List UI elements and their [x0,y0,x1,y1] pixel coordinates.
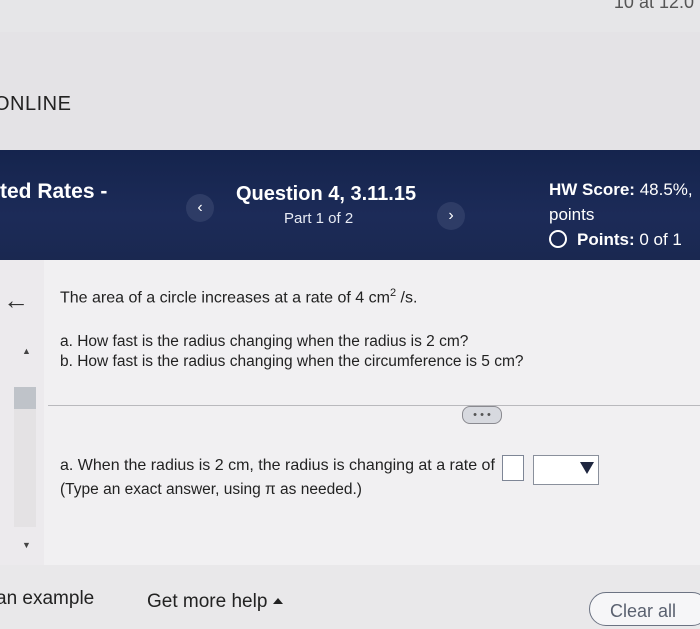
problem-statement-prefix: The area of a circle increases at a rate… [60,289,390,307]
points-value: 0 of 1 [639,230,682,249]
answer-hint: (Type an exact answer, using π as needed… [60,481,362,498]
radio-circle-icon [549,230,567,248]
unit-dropdown[interactable] [533,455,599,485]
question-header: ted Rates - ‹ Question 4, 3.11.15 Part 1… [0,150,700,260]
question-part: Part 1 of 2 [284,210,354,227]
expand-dots-icon[interactable]: • • • [462,406,502,424]
get-more-help-link[interactable]: Get more help [147,591,284,613]
topbar-text: 10 at 12:0 [613,0,694,12]
problem-parts: a. How fast is the radius changing when … [60,332,524,372]
hw-score-label: HW Score: [549,180,635,199]
points-status: Points: 0 of 1 [549,230,682,250]
part-a-text: a. How fast is the radius changing when … [60,333,469,350]
answer-input[interactable] [502,455,524,481]
help-link-label: Get more help [147,591,268,612]
part-b-text: b. How fast is the radius changing when … [60,353,524,370]
scroll-up-icon[interactable]: ▲ [22,346,31,356]
scrollbar-thumb[interactable] [14,387,36,409]
next-question-button[interactable]: › [437,202,465,230]
brand-logo-text: ONLINE [0,93,72,115]
hw-score-value: 48.5%, [639,180,693,199]
problem-statement-suffix: /s. [396,289,418,307]
section-divider [48,405,700,406]
triangle-down-icon [580,462,594,474]
answer-prompt: a. When the radius is 2 cm, the radius i… [60,457,495,474]
assignment-title: ted Rates - [0,180,108,203]
arrow-left-icon[interactable]: ← [3,285,29,316]
previous-question-button[interactable]: ‹ [186,194,214,222]
points-label: Points: [577,230,635,249]
view-example-link[interactable]: an example [0,588,94,610]
problem-statement: The area of a circle increases at a rate… [60,287,417,307]
caret-up-icon [273,598,284,604]
browser-top-bar: 10 at 12:0 [0,0,700,33]
chevron-left-icon: ‹ [197,199,203,216]
scroll-down-icon[interactable]: ▼ [22,540,31,550]
question-title: Question 4, 3.11.15 [236,183,417,205]
clear-all-button[interactable]: Clear all [589,592,700,626]
hw-score: HW Score: 48.5%, [549,180,693,200]
hw-points-word: points [549,205,595,224]
scrollbar-track[interactable] [14,409,36,527]
brand-band [0,32,700,150]
chevron-right-icon: › [448,207,454,224]
